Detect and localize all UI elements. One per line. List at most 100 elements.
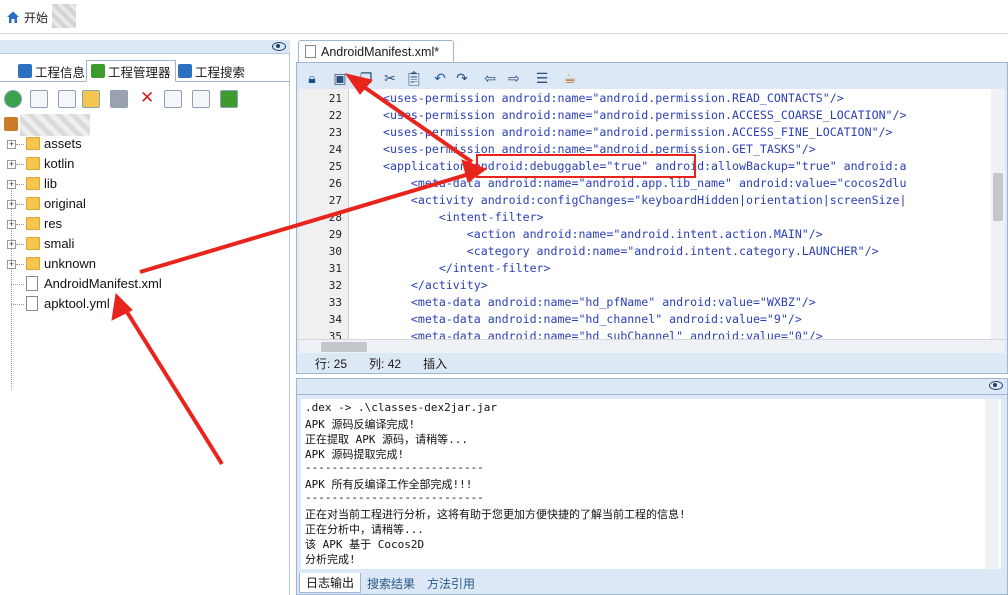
refresh-icon[interactable] xyxy=(4,90,22,108)
expand-icon[interactable]: + xyxy=(7,219,16,229)
tree-item-res[interactable]: + res xyxy=(0,214,290,234)
undo-icon[interactable]: ↶ xyxy=(431,69,449,87)
tab-project-info-label: 工程信息 xyxy=(35,65,86,80)
tab-log-output[interactable]: 日志输出 xyxy=(299,573,362,593)
tree-item-lib[interactable]: + lib xyxy=(0,174,290,194)
lock-icon[interactable]: 🔒︎ xyxy=(303,69,321,87)
log-output[interactable]: .dex -> .\classes-dex2jar.jar APK 源码反编译完… xyxy=(301,399,1001,569)
tree-item-kotlin[interactable]: + kotlin xyxy=(0,154,290,174)
log-line: .dex -> .\classes-dex2jar.jar xyxy=(305,401,498,414)
line-number: 21 xyxy=(328,92,342,105)
expand-icon[interactable]: + xyxy=(7,239,16,249)
project-tabs: 工程信息 工程管理器 工程搜索 xyxy=(0,60,290,82)
top-bar: 开始 xyxy=(0,0,1008,34)
expand-icon[interactable]: + xyxy=(7,259,16,269)
project-pane: 工程信息 工程管理器 工程搜索 ✕ + assets + kotlin + li… xyxy=(0,40,290,595)
code-line: <intent-filter> xyxy=(383,210,544,224)
expand-icon[interactable]: + xyxy=(7,159,16,169)
expand-icon[interactable]: + xyxy=(7,179,16,189)
log-pane: .dex -> .\classes-dex2jar.jar APK 源码反编译完… xyxy=(296,378,1008,595)
eye-icon[interactable] xyxy=(989,381,1003,390)
line-number: 33 xyxy=(328,296,342,309)
scroll-thumb[interactable] xyxy=(993,173,1003,221)
expand-icon[interactable]: + xyxy=(7,139,16,149)
folder-icon xyxy=(26,217,40,230)
code-line: <action android:name="android.intent.act… xyxy=(383,227,823,241)
paste-icon[interactable]: 📋︎ xyxy=(405,69,423,87)
project-pane-header xyxy=(0,40,290,54)
folder-icon xyxy=(26,157,40,170)
tree-item-label: AndroidManifest.xml xyxy=(44,276,162,291)
tree-item-label: unknown xyxy=(44,256,97,271)
forward-arrow-icon[interactable]: ⇨ xyxy=(505,69,523,87)
editor-tab-label: AndroidManifest.xml* xyxy=(321,44,440,59)
xml-file-icon xyxy=(26,276,38,291)
code-line: </activity> xyxy=(383,278,488,292)
android-icon xyxy=(91,64,105,78)
image-icon[interactable] xyxy=(30,90,48,108)
line-number: 25 xyxy=(328,160,342,173)
tree-item-label: apktool.yml xyxy=(44,296,110,311)
editor-tab-android-manifest[interactable]: AndroidManifest.xml* xyxy=(298,40,454,62)
redacted-project-name xyxy=(20,114,90,136)
tab-method-references[interactable]: 方法引用 xyxy=(421,574,481,593)
code-area[interactable]: 21 22 23 24 25 26 27 28 29 30 31 32 33 3… xyxy=(299,89,1005,340)
log-line: 该 APK 基于 Cocos2D xyxy=(305,538,425,551)
tree-item-original[interactable]: + original xyxy=(0,194,290,214)
folder-icon xyxy=(26,197,40,210)
line-number: 32 xyxy=(328,279,342,292)
tab-search-results[interactable]: 搜索结果 xyxy=(361,574,421,593)
log-vertical-scrollbar[interactable] xyxy=(985,399,999,569)
window-icon[interactable] xyxy=(58,90,76,108)
tree-item-label: lib xyxy=(44,176,58,191)
log-line: APK 源码提取完成! xyxy=(305,448,405,461)
scroll-thumb[interactable] xyxy=(321,342,367,352)
format-icon[interactable]: ☰ xyxy=(533,69,551,87)
expand-icon[interactable]: + xyxy=(7,199,16,209)
editor-horizontal-scrollbar[interactable] xyxy=(299,339,1005,353)
editor-vertical-scrollbar[interactable] xyxy=(991,89,1005,339)
project-root[interactable] xyxy=(0,114,290,136)
book-icon[interactable] xyxy=(110,90,128,108)
log-line: --------------------------- xyxy=(305,461,484,474)
redo-icon[interactable]: ↷ xyxy=(453,69,471,87)
delete-icon[interactable]: ✕ xyxy=(140,89,158,108)
java-icon[interactable]: ☕ xyxy=(561,69,579,87)
tab-project-manager[interactable]: 工程管理器 xyxy=(86,60,176,82)
cut-icon[interactable]: ✂ xyxy=(381,69,399,87)
app-window: 开始 工程信息 工程管理器 工程搜索 ✕ + assets + kotlin +… xyxy=(0,0,1008,595)
tree-item-unknown[interactable]: + unknown xyxy=(0,254,290,274)
tree-item-apktool-yml[interactable]: apktool.yml xyxy=(0,294,290,314)
copy-icon[interactable]: ❐ xyxy=(357,69,375,87)
redacted-tab[interactable] xyxy=(52,4,76,28)
cursor-col: 列: 42 xyxy=(369,356,402,371)
rename-icon[interactable] xyxy=(164,90,182,108)
back-arrow-icon[interactable]: ⇦ xyxy=(481,69,499,87)
start-tab-label: 开始 xyxy=(24,10,49,25)
tab-project-search[interactable]: 工程搜索 xyxy=(174,60,249,82)
tab-project-search-label: 工程搜索 xyxy=(195,65,246,80)
code-line: <uses-permission android:name="android.p… xyxy=(383,125,893,139)
code-line: <uses-permission android:name="android.p… xyxy=(383,91,844,105)
code-line: <category android:name="android.intent.c… xyxy=(383,244,879,258)
line-number: 28 xyxy=(328,211,342,224)
tree-item-smali[interactable]: + smali xyxy=(0,234,290,254)
line-number: 30 xyxy=(328,245,342,258)
text-file-icon[interactable] xyxy=(192,90,210,108)
file-icon xyxy=(26,296,38,311)
log-line: APK 源码反编译完成! xyxy=(305,418,416,431)
tree-item-android-manifest[interactable]: AndroidManifest.xml xyxy=(0,274,290,294)
start-tab[interactable]: 开始 xyxy=(0,6,54,28)
log-line: 正在分析中，请稍等... xyxy=(305,523,424,536)
tree-item-assets[interactable]: + assets xyxy=(0,134,290,154)
line-number: 31 xyxy=(328,262,342,275)
tab-project-info[interactable]: 工程信息 xyxy=(14,60,89,82)
open-folder-icon[interactable] xyxy=(82,90,100,108)
android-build-icon[interactable] xyxy=(220,90,238,108)
eye-icon[interactable] xyxy=(272,42,286,51)
save-icon[interactable]: ▣ xyxy=(331,69,349,87)
code-line: <meta-data android:name="hd_channel" and… xyxy=(383,312,802,326)
line-number: 29 xyxy=(328,228,342,241)
line-number: 24 xyxy=(328,143,342,156)
log-line: --------------------------- xyxy=(305,491,484,504)
